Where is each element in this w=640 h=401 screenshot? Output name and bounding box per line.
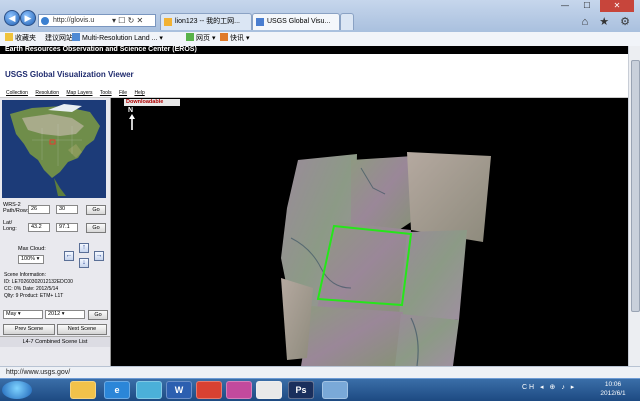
system-tray[interactable]: CH ◂ ⊕ ♪ ▸: [522, 383, 576, 391]
menu-resolution[interactable]: Resolution: [35, 90, 59, 96]
arrow-up-icon: [129, 114, 135, 130]
scene-tile[interactable]: [407, 152, 491, 242]
photoshop-icon[interactable]: Ps: [288, 381, 314, 399]
app-menubar: Collection Resolution Map Layers Tools F…: [0, 89, 628, 98]
scene-list-label[interactable]: L4-7 Combined Scene List: [0, 336, 110, 347]
browser-titlebar: ◀ ▶ http://glovis.u ▾ ☐ ↻ ✕ lion123 -- 我…: [0, 0, 640, 32]
feed-icon: [186, 33, 194, 41]
new-tab-button[interactable]: [340, 13, 354, 30]
menu-collection[interactable]: Collection: [6, 90, 28, 96]
back-button[interactable]: ◀: [4, 10, 20, 26]
scene-information: Scene Information: ID: LE70260302012132E…: [4, 272, 108, 300]
tab-label: lion123 -- 我的工网...: [175, 18, 240, 25]
star-icon: [5, 33, 13, 41]
mrlc-favorite-item[interactable]: Multi-Resolution Land ... ▾: [72, 32, 163, 46]
ie-icon[interactable]: e: [104, 381, 130, 399]
tab-lion123[interactable]: lion123 -- 我的工网...: [160, 13, 252, 30]
scene-map-view[interactable]: [111, 98, 628, 366]
latlong-label: Lat/ Long:: [3, 220, 17, 232]
app-window-icon[interactable]: [322, 381, 348, 399]
menu-help[interactable]: Help: [134, 90, 144, 96]
tab-favicon-icon: [256, 18, 264, 26]
month-select[interactable]: May ▾: [3, 310, 43, 319]
tab-favicon-icon: [164, 18, 172, 26]
page-icon: [72, 33, 80, 41]
clock-time: 10:06: [604, 381, 622, 388]
menu-file[interactable]: File: [119, 90, 127, 96]
date-go-button[interactable]: Go: [88, 310, 108, 320]
path-input[interactable]: 26: [28, 205, 50, 214]
max-cloud-select[interactable]: 100% ▾: [18, 255, 44, 264]
control-panel-icon[interactable]: [136, 381, 162, 399]
latlong-go-button[interactable]: Go: [86, 223, 106, 233]
status-bar: http://www.usgs.gov/: [0, 366, 640, 378]
wrs-label: WRS-2 Path/Row:: [3, 202, 29, 214]
favorites-bar: 收藏夹 建议网站 ▾ Multi-Resolution Land ... ▾ 网…: [0, 32, 640, 47]
pan-up-button[interactable]: ↑: [79, 243, 89, 253]
scene-cc-date: CC: 0% Date: 2012/5/14: [4, 286, 59, 292]
qq-icon[interactable]: [256, 381, 282, 399]
prev-scene-button[interactable]: Prev Scene: [3, 324, 55, 335]
news-item[interactable]: 快讯 ▾: [220, 32, 249, 46]
eros-header: Earth Resources Observation and Science …: [0, 46, 640, 54]
menu-tools[interactable]: Tools: [100, 90, 112, 96]
scroll-thumb[interactable]: [631, 60, 640, 312]
longitude-input[interactable]: 97.1: [56, 223, 78, 232]
paint-icon[interactable]: [226, 381, 252, 399]
page-title: USGS Global Visualization Viewer: [5, 70, 134, 79]
address-text: http://glovis.u: [53, 17, 95, 24]
start-button[interactable]: [2, 381, 32, 399]
pan-right-button[interactable]: →: [94, 251, 104, 261]
news-icon: [220, 33, 228, 41]
minimize-button[interactable]: —: [554, 0, 576, 12]
scene-quality: Qlty: 9 Product: ETM+ L1T: [4, 293, 64, 299]
forward-button[interactable]: ▶: [20, 10, 36, 26]
overview-map[interactable]: [2, 100, 106, 198]
north-arrow-icon: N: [128, 107, 135, 130]
maximize-button[interactable]: ☐: [576, 0, 598, 12]
pan-left-button[interactable]: ←: [64, 251, 74, 261]
left-control-panel: WRS-2 Path/Row: 26 30 Go Lat/ Long: 43.2…: [0, 98, 111, 366]
pan-down-button[interactable]: ↓: [79, 258, 89, 268]
scene-tile[interactable]: [395, 314, 459, 366]
max-cloud-label: Max Cloud:: [18, 246, 46, 252]
next-scene-button[interactable]: Next Scene: [57, 324, 107, 335]
scene-id: ID: LE70260302012132EDC00: [4, 279, 73, 285]
scene-tile[interactable]: [351, 156, 413, 234]
close-button[interactable]: ✕: [600, 0, 634, 12]
favorites-item[interactable]: 收藏夹: [5, 32, 36, 46]
explorer-icon[interactable]: [70, 381, 96, 399]
tab-label: USGS Global Visu...: [267, 18, 331, 25]
year-select[interactable]: 2012 ▾: [45, 310, 85, 319]
tab-usgs-glovis[interactable]: USGS Global Visu...: [252, 13, 340, 30]
web-slices-item[interactable]: 网页 ▾: [186, 32, 215, 46]
page-scrollbar[interactable]: [628, 46, 640, 366]
row-input[interactable]: 30: [56, 205, 78, 214]
word-icon[interactable]: W: [166, 381, 192, 399]
address-buttons[interactable]: ▾ ☐ ↻ ✕: [112, 14, 143, 27]
north-label: N: [128, 107, 134, 114]
landsat-scenes[interactable]: [111, 98, 628, 366]
clock-date: 2012/6/1: [600, 390, 626, 397]
clock[interactable]: 10:06 2012/6/1: [590, 380, 636, 398]
windows-taskbar: e W Ps CH ◂ ⊕ ♪ ▸ 10:06 2012/6/1: [0, 378, 640, 401]
scene-info-title: Scene Information:: [4, 272, 46, 278]
downloadable-indicator: Downloadable: [124, 99, 180, 106]
latitude-input[interactable]: 43.2: [28, 223, 50, 232]
home-favorites-tools-icons[interactable]: ⌂ ★ ⚙: [582, 15, 634, 28]
page-icon: [41, 17, 49, 25]
menu-map-layers[interactable]: Map Layers: [66, 90, 92, 96]
acrobat-icon[interactable]: [196, 381, 222, 399]
scene-tile[interactable]: [301, 306, 403, 366]
path-row-go-button[interactable]: Go: [86, 205, 106, 215]
